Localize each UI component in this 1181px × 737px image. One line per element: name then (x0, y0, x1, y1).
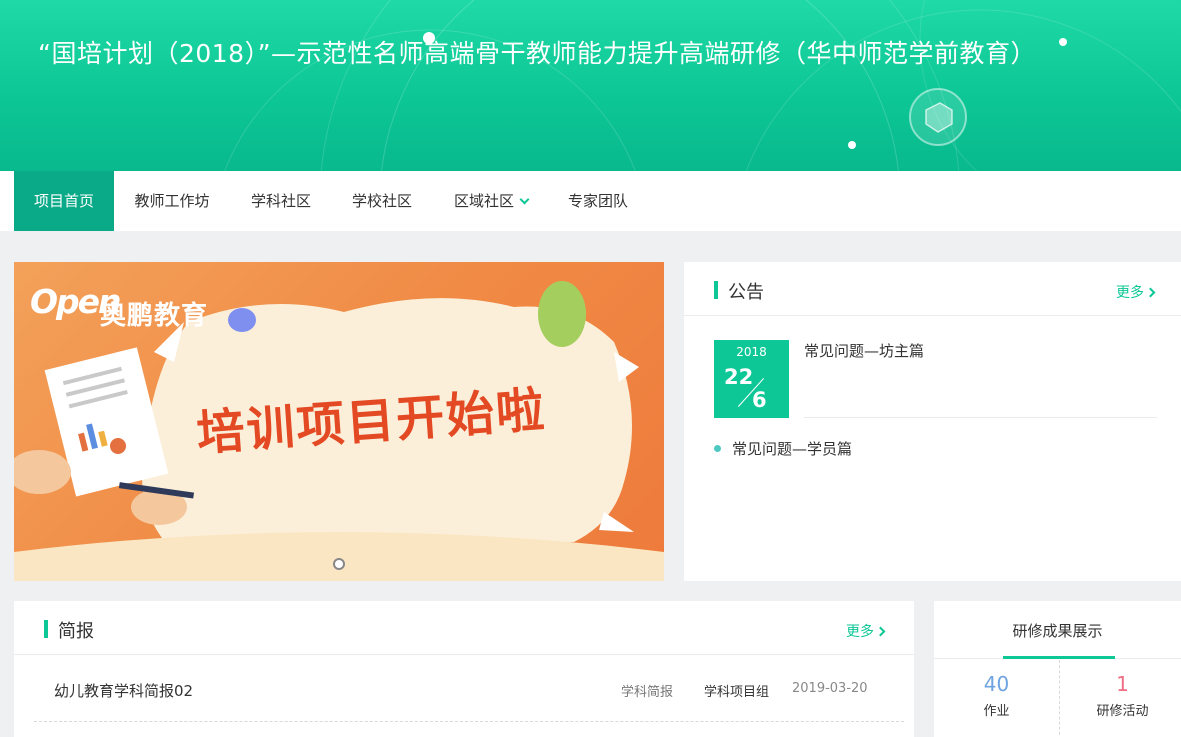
tab-underline (1003, 656, 1115, 659)
chevron-down-icon (519, 194, 530, 205)
nav-item-region-label: 区域社区 (453, 192, 514, 210)
stat-label: 研修活动 (1096, 704, 1149, 719)
divider (804, 417, 1157, 418)
results-tab-header: 研修成果展示 (934, 601, 1181, 659)
bullet-icon (714, 445, 721, 452)
nav-item-subject-community[interactable]: 学科社区 (236, 171, 326, 231)
stat-value: 40 (983, 672, 1010, 696)
main-nav: 项目首页 教师工作坊 学科社区 学校社区 区域社区 专家团队 (0, 171, 1181, 231)
notice-more-link[interactable]: 更多 (1116, 282, 1156, 302)
notice-date-badge: 2018 22 6 (714, 340, 789, 418)
date-year: 2018 (736, 345, 767, 359)
section-marker (44, 620, 48, 638)
briefing-title: 简报 (58, 621, 94, 642)
header-banner: “国培计划（2018）”—示范性名师高端骨干教师能力提升高端研修（华中师范学前教… (0, 0, 1181, 171)
briefing-more-label: 更多 (846, 624, 874, 640)
tab-results[interactable]: 研修成果展示 (934, 620, 1181, 641)
nav-item-home[interactable]: 项目首页 (14, 171, 114, 231)
briefing-card: 简报 更多 幼儿教育学科简报02 学科简报 学科项目组 2019-03-20 (14, 601, 914, 737)
nav-item-school-community[interactable]: 学校社区 (337, 171, 427, 231)
banner-carousel[interactable]: Open 奥鹏教育 培训项目开始啦 (14, 262, 664, 581)
chevron-right-icon (875, 626, 886, 637)
notice-card: 公告 更多 2018 22 6 常见问题—坊主篇 常见问题—学员篇 (684, 262, 1181, 581)
stat-value: 1 (1116, 672, 1129, 696)
stat-homework[interactable]: 40 作业 (934, 660, 1059, 737)
notice-title: 公告 (728, 282, 764, 303)
briefing-date: 2019-03-20 (792, 681, 868, 696)
stat-activity[interactable]: 1 研修活动 (1060, 660, 1181, 737)
carousel-indicator[interactable] (333, 558, 345, 570)
header-decoration (224, 0, 1181, 171)
nav-item-region-community[interactable]: 区域社区 (440, 171, 542, 231)
briefing-header: 简报 更多 (14, 601, 914, 655)
stat-label: 作业 (983, 704, 1010, 719)
briefing-group: 学科项目组 (704, 685, 770, 700)
notice-item-featured[interactable]: 常见问题—坊主篇 (804, 340, 924, 361)
brand-logo-text: 奥鹏教育 (100, 301, 209, 331)
date-day: 22 (724, 365, 754, 389)
page-title: “国培计划（2018）”—示范性名师高端骨干教师能力提升高端研修（华中师范学前教… (38, 39, 1037, 68)
chevron-right-icon (1145, 287, 1156, 298)
notice-more-label: 更多 (1116, 285, 1144, 301)
notice-header: 公告 更多 (684, 262, 1181, 316)
section-marker (714, 281, 718, 299)
notice-item[interactable]: 常见问题—学员篇 (714, 438, 852, 459)
briefing-category: 学科简报 (621, 685, 674, 700)
table-row[interactable]: 幼儿教育学科简报02 学科简报 学科项目组 2019-03-20 (34, 656, 904, 722)
results-card: 研修成果展示 40 作业 1 研修活动 (934, 601, 1181, 737)
notice-item-label: 常见问题—学员篇 (732, 440, 853, 458)
date-month: 6 (752, 388, 767, 412)
nav-item-experts[interactable]: 专家团队 (553, 171, 643, 231)
nav-item-teacher-workshop[interactable]: 教师工作坊 (120, 171, 224, 231)
briefing-name[interactable]: 幼儿教育学科简报02 (54, 680, 193, 701)
briefing-more-link[interactable]: 更多 (846, 621, 886, 641)
